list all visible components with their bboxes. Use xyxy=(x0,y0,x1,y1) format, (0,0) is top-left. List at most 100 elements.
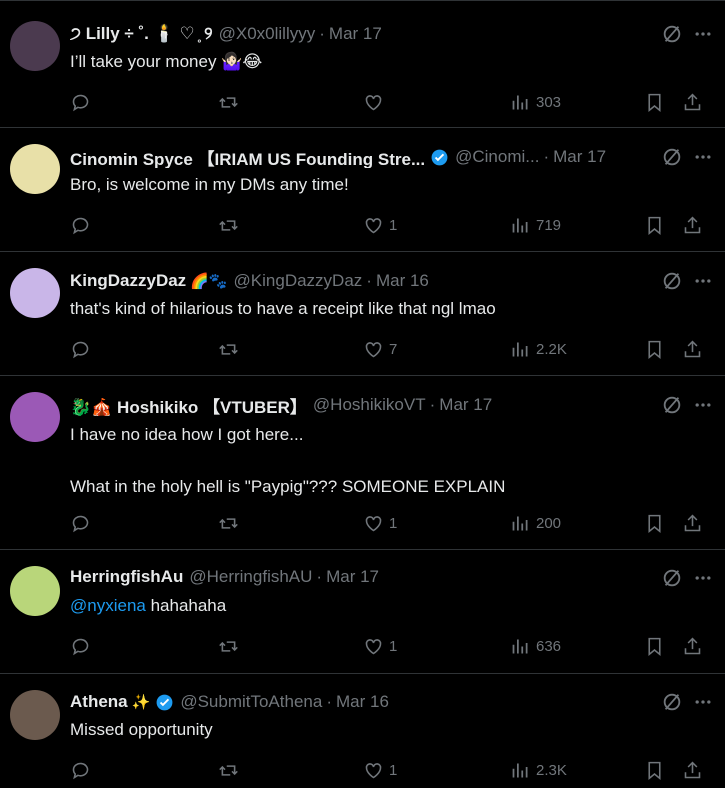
bookmark-button[interactable] xyxy=(644,337,665,361)
share-button[interactable] xyxy=(682,337,703,361)
tweet-header: 🐉🎪 Hoshikiko 【VTUBER】 @HoshikikoVT · Mar… xyxy=(70,394,655,416)
handle[interactable]: @HerringfishAU xyxy=(189,567,312,587)
timestamp[interactable]: Mar 17 xyxy=(439,395,492,415)
retweet-icon xyxy=(219,517,238,529)
reply-button[interactable] xyxy=(70,90,91,114)
bookmark-button[interactable] xyxy=(644,511,665,535)
bookmark-button[interactable] xyxy=(644,213,665,237)
timestamp[interactable]: Mar 16 xyxy=(336,692,389,712)
share-icon xyxy=(684,514,701,531)
avatar[interactable] xyxy=(10,690,60,740)
timestamp[interactable]: Mar 16 xyxy=(376,271,429,291)
tweet-header: HerringfishAu @HerringfishAU · Mar 17 xyxy=(70,566,655,588)
views-button[interactable]: 200 xyxy=(510,511,561,535)
share-button[interactable] xyxy=(682,511,703,535)
display-name[interactable]: KingDazzyDaz xyxy=(70,271,186,291)
more-icon[interactable] xyxy=(693,395,713,415)
views-button[interactable]: 636 xyxy=(510,634,561,658)
more-icon[interactable] xyxy=(693,147,713,167)
display-name[interactable]: ੭ Lilly ÷ ˚. 🕯️ ♡ ̥ ୨ xyxy=(70,24,213,44)
handle[interactable]: @KingDazzyDaz xyxy=(234,271,363,291)
tweet-text: Missed opportunity xyxy=(70,720,213,739)
reply-button[interactable] xyxy=(70,337,91,361)
tweet-text: @nyxiena hahahaha xyxy=(70,594,705,617)
share-icon xyxy=(684,761,701,778)
bookmark-button[interactable] xyxy=(644,90,665,114)
more-icon[interactable] xyxy=(693,568,713,588)
share-icon xyxy=(684,637,701,654)
action-bar: 1 636 xyxy=(70,634,715,658)
share-button[interactable] xyxy=(682,634,703,658)
retweet-button[interactable] xyxy=(218,758,239,782)
tweet-6[interactable]: Athena ✨ @SubmitToAthena · Mar 16 Missed… xyxy=(0,674,725,788)
grok-icon[interactable] xyxy=(661,23,683,45)
tweet-1[interactable]: ੭ Lilly ÷ ˚. 🕯️ ♡ ̥ ୨ @X0x0lillyyy · Mar… xyxy=(0,0,725,128)
display-name[interactable]: HerringfishAu xyxy=(70,567,183,587)
retweet-button[interactable] xyxy=(218,337,239,361)
views-count: 2.2K xyxy=(536,340,567,358)
bookmark-icon xyxy=(648,514,661,533)
views-button[interactable]: 303 xyxy=(510,90,561,114)
like-button[interactable]: 1 xyxy=(363,758,397,782)
handle[interactable]: @HoshikikoVT xyxy=(313,395,426,415)
name-emoji: 🌈🐾 xyxy=(190,273,228,290)
timestamp[interactable]: Mar 17 xyxy=(329,24,382,44)
grok-icon[interactable] xyxy=(661,691,683,713)
verified-badge-icon xyxy=(156,694,173,710)
tweet-3[interactable]: KingDazzyDaz 🌈🐾 @KingDazzyDaz · Mar 16 t… xyxy=(0,252,725,376)
retweet-button[interactable] xyxy=(218,90,239,114)
display-name[interactable]: 🐉🎪 Hoshikiko 【VTUBER】 xyxy=(70,394,307,417)
bookmark-button[interactable] xyxy=(644,634,665,658)
retweet-button[interactable] xyxy=(218,511,239,535)
like-button[interactable]: 1 xyxy=(363,213,397,237)
handle[interactable]: @X0x0lillyyy xyxy=(219,24,316,44)
display-name[interactable]: Cinomin Spyce 【IRIAM US Founding Stre... xyxy=(70,146,425,169)
retweet-icon xyxy=(219,764,238,776)
separator-dot: · xyxy=(316,567,323,586)
reply-button[interactable] xyxy=(70,758,91,782)
reply-button[interactable] xyxy=(70,213,91,237)
mention-link[interactable]: @nyxiena xyxy=(70,596,146,615)
share-button[interactable] xyxy=(682,90,703,114)
avatar[interactable] xyxy=(10,566,60,616)
grok-icon[interactable] xyxy=(661,567,683,589)
like-button[interactable]: 1 xyxy=(363,634,397,658)
display-name[interactable]: Athena xyxy=(70,692,128,712)
grok-icon[interactable] xyxy=(661,146,683,168)
tweet-4[interactable]: 🐉🎪 Hoshikiko 【VTUBER】 @HoshikikoVT · Mar… xyxy=(0,376,725,550)
more-icon[interactable] xyxy=(693,271,713,291)
tweet-2[interactable]: Cinomin Spyce 【IRIAM US Founding Stre...… xyxy=(0,128,725,252)
avatar[interactable] xyxy=(10,268,60,318)
timestamp[interactable]: Mar 17 xyxy=(326,567,379,587)
like-button[interactable]: 1 xyxy=(363,511,397,535)
reply-button[interactable] xyxy=(70,634,91,658)
share-button[interactable] xyxy=(682,758,703,782)
share-icon xyxy=(684,340,701,357)
bookmark-icon xyxy=(648,216,661,235)
like-count: 1 xyxy=(389,637,398,655)
handle[interactable]: @SubmitToAthena xyxy=(180,692,322,712)
more-icon[interactable] xyxy=(693,24,713,44)
grok-icon[interactable] xyxy=(661,270,683,292)
tweet-header: KingDazzyDaz 🌈🐾 @KingDazzyDaz · Mar 16 xyxy=(70,270,655,292)
reply-icon xyxy=(72,217,89,234)
grok-icon[interactable] xyxy=(661,394,683,416)
like-button[interactable] xyxy=(363,90,384,114)
like-button[interactable]: 7 xyxy=(363,337,397,361)
share-button[interactable] xyxy=(682,213,703,237)
bookmark-button[interactable] xyxy=(644,758,665,782)
reply-button[interactable] xyxy=(70,511,91,535)
more-icon[interactable] xyxy=(693,692,713,712)
tweet-5[interactable]: HerringfishAu @HerringfishAU · Mar 17 @n… xyxy=(0,550,725,674)
views-button[interactable]: 2.3K xyxy=(510,758,567,782)
avatar[interactable] xyxy=(10,392,60,442)
views-button[interactable]: 719 xyxy=(510,213,561,237)
reply-icon xyxy=(72,94,89,111)
avatar[interactable] xyxy=(10,21,60,71)
avatar[interactable] xyxy=(10,144,60,194)
retweet-button[interactable] xyxy=(218,213,239,237)
views-button[interactable]: 2.2K xyxy=(510,337,567,361)
handle[interactable]: @Cinomi... xyxy=(455,147,539,167)
timestamp[interactable]: Mar 17 xyxy=(553,147,606,167)
retweet-button[interactable] xyxy=(218,634,239,658)
